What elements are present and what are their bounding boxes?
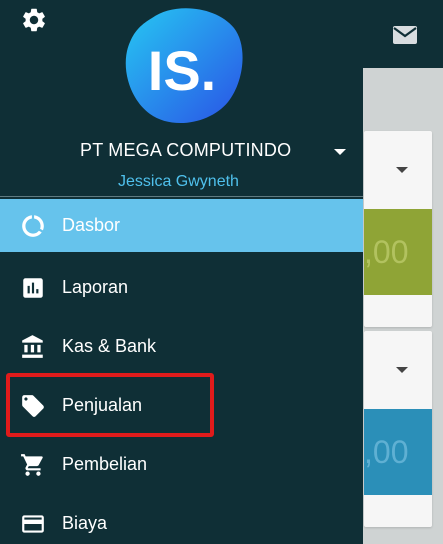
menu-label: Kas & Bank: [62, 336, 157, 356]
menu-item-penjualan[interactable]: Penjualan: [0, 376, 363, 435]
chevron-down-icon[interactable]: [334, 149, 346, 155]
mail-icon[interactable]: [393, 26, 417, 44]
menu-label: Dasbor: [62, 215, 121, 235]
menu-label: Laporan: [62, 277, 129, 297]
company-switcher[interactable]: PT MEGA COMPUTINDO: [0, 140, 363, 166]
navigation-drawer: IS. PT MEGA COMPUTINDO Jessica Gwyneth D…: [0, 0, 363, 544]
menu-item-biaya[interactable]: Biaya: [0, 494, 363, 544]
app-logo: IS.: [125, 8, 243, 124]
summary-card[interactable]: ,00: [364, 331, 432, 527]
card-dropdown-icon[interactable]: [396, 367, 408, 373]
donut-chart-icon: [22, 214, 44, 237]
logo-text: IS.: [148, 39, 216, 102]
cart-icon: [21, 453, 43, 476]
menu-label: Penjualan: [62, 395, 143, 415]
divider: [0, 196, 363, 197]
bank-icon: [22, 334, 43, 358]
tag-icon: [22, 394, 44, 417]
menu-label: Pembelian: [62, 454, 148, 474]
gear-icon[interactable]: [20, 6, 48, 34]
drawer-menu: Dasbor Laporan Kas & Bank Penjualan Pemb: [0, 199, 363, 544]
company-name: PT MEGA COMPUTINDO: [80, 140, 292, 160]
menu-item-kas-bank[interactable]: Kas & Bank: [0, 317, 363, 376]
menu-item-dasbor[interactable]: Dasbor: [0, 199, 363, 252]
bar-chart-icon: [23, 277, 43, 298]
card-dropdown-icon[interactable]: [396, 167, 408, 173]
menu-label: Biaya: [62, 513, 108, 533]
menu-item-laporan[interactable]: Laporan: [0, 258, 363, 317]
card-amount: ,00: [364, 409, 432, 495]
menu-item-pembelian[interactable]: Pembelian: [0, 435, 363, 494]
card-amount: ,00: [364, 209, 432, 295]
user-name: Jessica Gwyneth: [118, 173, 239, 190]
summary-card[interactable]: ,00: [364, 131, 432, 327]
credit-card-icon: [22, 514, 44, 533]
